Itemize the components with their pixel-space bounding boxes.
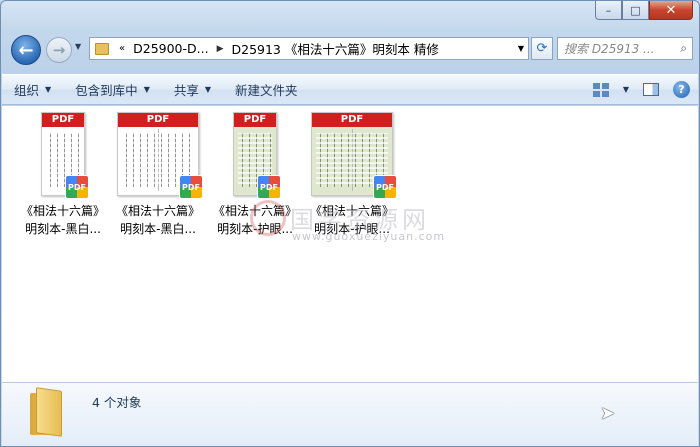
file-item[interactable]: PDF PDF 《相法十六篇》 明刻本-黑白...	[113, 112, 203, 237]
share-menu[interactable]: 共享 ▼	[162, 75, 223, 104]
file-list: PDF PDF 《相法十六篇》 明刻本-黑白... PDF PDF 《相法十六篇…	[2, 106, 698, 382]
folder-icon	[30, 387, 64, 437]
new-folder-label: 新建文件夹	[235, 83, 298, 98]
caption-buttons: – □ ✕	[595, 1, 693, 23]
explorer-window: – □ ✕ ← → ▼ « D25900-D... ▶ D25913 《相法十六…	[0, 0, 700, 447]
file-name-line2: 明刻本-黑白...	[120, 222, 196, 236]
search-input[interactable]: 搜索 D25913 ... ⌕	[557, 37, 693, 60]
search-placeholder: 搜索 D25913 ...	[564, 42, 655, 56]
details-pane: 4 个对象 ➤	[2, 382, 698, 446]
mouse-cursor-icon: ➤	[600, 403, 616, 424]
overflow-chevron-icon[interactable]: «	[115, 43, 129, 54]
chevron-down-icon: ▼	[204, 85, 212, 94]
folder-icon	[95, 42, 109, 55]
file-name-line1: 《相法十六篇》	[212, 204, 297, 218]
file-name-line1: 《相法十六篇》	[309, 204, 394, 218]
include-in-library-label: 包含到库中	[75, 83, 138, 98]
file-item[interactable]: PDF PDF 《相法十六篇》 明刻本-黑白...	[18, 112, 108, 237]
file-name-line1: 《相法十六篇》	[115, 204, 200, 218]
minimize-button[interactable]: –	[595, 1, 622, 20]
breadcrumb-segment-current[interactable]: D25913 《相法十六篇》明刻本 精修	[228, 39, 443, 58]
pdf-app-icon: PDF	[65, 175, 89, 199]
pdf-app-icon: PDF	[373, 175, 397, 199]
refresh-button[interactable]: ⟳	[531, 37, 553, 60]
new-folder-button[interactable]: 新建文件夹	[223, 75, 310, 104]
search-icon[interactable]: ⌕	[680, 41, 687, 56]
help-icon[interactable]: ?	[673, 81, 690, 98]
preview-pane-icon[interactable]	[643, 83, 659, 96]
forward-button[interactable]: →	[46, 37, 72, 63]
command-bar: 组织 ▼ 包含到库中 ▼ 共享 ▼ 新建文件夹 ▼ ?	[2, 74, 698, 105]
item-count: 4 个对象	[92, 395, 142, 410]
chevron-down-icon: ▼	[143, 85, 150, 94]
share-label: 共享	[173, 83, 199, 98]
file-name-line1: 《相法十六篇》	[20, 204, 105, 218]
pdf-thumbnail: PDF PDF	[233, 112, 281, 199]
view-controls: ▼ ?	[592, 75, 690, 104]
pdf-thumbnail: PDF PDF	[41, 112, 89, 199]
back-button[interactable]: ←	[11, 35, 41, 65]
change-view-icon[interactable]	[592, 82, 609, 97]
file-name-line2: 明刻本-黑白...	[25, 222, 101, 236]
organize-menu[interactable]: 组织 ▼	[2, 75, 63, 104]
close-button[interactable]: ✕	[649, 1, 693, 20]
organize-label: 组织	[14, 83, 40, 98]
pdf-thumbnail: PDF PDF	[117, 112, 203, 199]
view-dropdown-icon[interactable]: ▼	[623, 85, 629, 94]
file-name-line2: 明刻本-护眼...	[314, 222, 390, 236]
chevron-down-icon: ▼	[45, 85, 52, 94]
pdf-app-icon: PDF	[257, 175, 281, 199]
pdf-thumbnail: PDF PDF	[311, 112, 397, 199]
breadcrumb-separator-icon[interactable]: ▶	[213, 44, 228, 54]
navigation-bar: ← → ▼ « D25900-D... ▶ D25913 《相法十六篇》明刻本 …	[9, 34, 693, 66]
breadcrumb-segment[interactable]: D25900-D...	[129, 41, 212, 56]
file-item[interactable]: PDF PDF 《相法十六篇》 明刻本-护眼...	[210, 112, 300, 237]
address-dropdown-icon[interactable]: ▼	[518, 44, 524, 53]
maximize-button[interactable]: □	[622, 1, 649, 20]
history-dropdown-icon[interactable]: ▼	[75, 42, 81, 51]
include-in-library-menu[interactable]: 包含到库中 ▼	[63, 75, 162, 104]
address-bar[interactable]: « D25900-D... ▶ D25913 《相法十六篇》明刻本 精修 ▼	[89, 37, 529, 60]
pdf-app-icon: PDF	[179, 175, 203, 199]
file-item[interactable]: PDF PDF 《相法十六篇》 明刻本-护眼...	[307, 112, 397, 237]
file-name-line2: 明刻本-护眼...	[217, 222, 293, 236]
